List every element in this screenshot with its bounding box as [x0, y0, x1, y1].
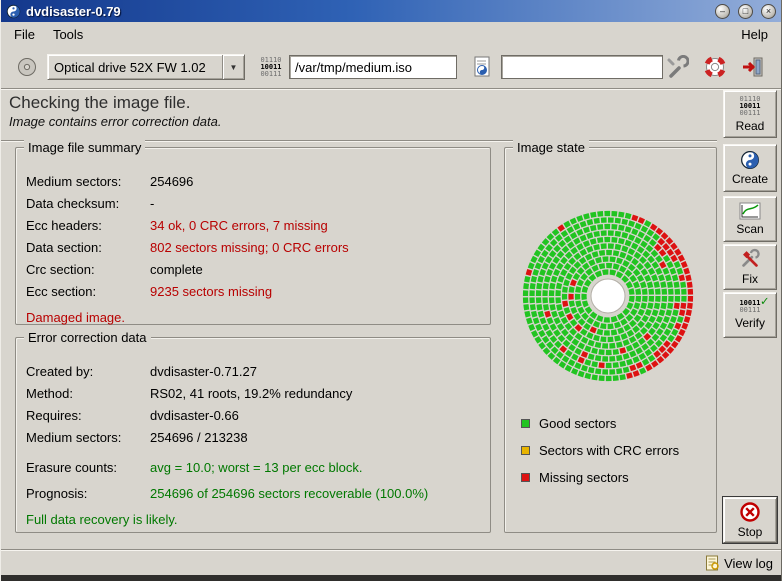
fix-button[interactable]: Fix — [723, 244, 777, 290]
footerbar: View log — [1, 552, 781, 574]
app-window: dvdisaster-0.79 – □ × File Tools Help Op… — [0, 0, 782, 581]
frame-title: Image state — [513, 140, 589, 155]
menu-tools[interactable]: Tools — [44, 24, 92, 45]
good-sector-swatch — [521, 419, 530, 428]
minimize-button[interactable]: – — [715, 4, 730, 19]
close-button[interactable]: × — [761, 4, 776, 19]
image-file-summary-frame: Image file summary Medium sectors: 25469… — [15, 147, 491, 325]
view-log-icon — [705, 555, 720, 571]
drive-select-value: Optical drive 52X FW 1.02 — [48, 60, 222, 75]
drive-select-dropdown[interactable]: Optical drive 52X FW 1.02 ▼ — [47, 54, 245, 80]
ecc-row: Erasure counts: avg = 10.0; worst = 13 p… — [26, 456, 480, 478]
ecc-row: Method: RS02, 41 roots, 19.2% redundancy — [26, 382, 480, 404]
error-correction-data-frame: Error correction data Created by: dvdisa… — [15, 337, 491, 533]
summary-row: Crc section: complete — [26, 258, 480, 280]
read-binary-icon: 01110 10011 00111 — [739, 96, 760, 117]
verify-button[interactable]: 10011 00111 ✓ Verify — [723, 292, 777, 338]
drive-select-button[interactable] — [13, 53, 41, 81]
summary-row: Ecc headers: 34 ok, 0 CRC errors, 7 miss… — [26, 214, 480, 236]
app-yin-yang-icon — [6, 4, 21, 19]
ecc-row: Requires: dvdisaster-0.66 — [26, 404, 480, 426]
disc-drive-icon — [16, 56, 38, 78]
verify-binary-check-icon: 10011 00111 ✓ — [739, 300, 760, 314]
check-icon: ✓ — [761, 298, 769, 305]
status-subheading: Image contains error correction data. — [9, 113, 709, 130]
preferences-button[interactable] — [663, 53, 691, 81]
summary-row: Data section: 802 sectors missing; 0 CRC… — [26, 236, 480, 258]
crossed-tools-icon — [739, 248, 761, 270]
status-heading: Checking the image file. — [9, 92, 709, 113]
scan-button[interactable]: Scan — [723, 196, 777, 242]
disc-sector-visualization — [516, 204, 700, 388]
ecc-file-button[interactable] — [469, 53, 497, 81]
toolbar-right-group — [663, 53, 769, 81]
legend-missing-sectors: Missing sectors — [521, 464, 679, 491]
yin-yang-icon — [740, 150, 760, 170]
stop-button[interactable]: Stop — [723, 497, 777, 543]
summary-row: Data checksum: - — [26, 192, 480, 214]
summary-row: Ecc section: 9235 sectors missing — [26, 280, 480, 302]
menu-file[interactable]: File — [5, 24, 44, 45]
quit-button[interactable] — [739, 53, 767, 81]
wrench-icon — [665, 55, 689, 79]
action-sidebar: 01110 10011 00111 Read Create Scan — [723, 90, 777, 545]
read-button[interactable]: 01110 10011 00111 Read — [723, 90, 777, 138]
legend-crc-error-sectors: Sectors with CRC errors — [521, 437, 679, 464]
summary-row: Medium sectors: 254696 — [26, 170, 480, 192]
image-file-button[interactable]: 01110 10011 00111 — [257, 53, 285, 81]
missing-sector-swatch — [521, 473, 530, 482]
create-button[interactable]: Create — [723, 144, 777, 192]
toolbar-separator — [1, 88, 781, 90]
ecc-file-input[interactable] — [501, 55, 663, 79]
ecc-row: Medium sectors: 254696 / 213238 — [26, 426, 480, 448]
image-state-frame: Image state Good sectors Sectors with CR… — [504, 147, 717, 533]
image-file-input[interactable] — [289, 55, 457, 79]
stop-icon — [739, 501, 761, 523]
status-area: Checking the image file. Image contains … — [9, 92, 709, 130]
menu-help[interactable]: Help — [732, 24, 777, 45]
summary-rows: Medium sectors: 254696 Data checksum: - … — [16, 148, 490, 324]
toolbar: Optical drive 52X FW 1.02 ▼ 01110 10011 … — [1, 46, 781, 88]
maximize-button[interactable]: □ — [738, 4, 753, 19]
summary-verdict: Damaged image. — [26, 306, 480, 328]
window-title: dvdisaster-0.79 — [26, 4, 707, 19]
exit-door-icon — [741, 55, 765, 79]
ecc-file-icon — [473, 56, 493, 78]
crc-sector-swatch — [521, 446, 530, 455]
ecc-rows: Created by: dvdisaster-0.71.27 Method: R… — [16, 338, 490, 532]
footer-separator — [1, 549, 781, 551]
lifebuoy-icon — [703, 55, 727, 79]
ecc-row: Created by: dvdisaster-0.71.27 — [26, 360, 480, 382]
scan-chart-icon — [739, 202, 761, 220]
window-bottom-frame — [1, 575, 781, 581]
view-log-button[interactable]: View log — [705, 555, 773, 571]
sector-legend: Good sectors Sectors with CRC errors Mis… — [521, 410, 679, 491]
image-file-binary-icon: 01110 10011 00111 — [260, 57, 281, 78]
help-button[interactable] — [701, 53, 729, 81]
titlebar[interactable]: dvdisaster-0.79 – □ × — [1, 0, 781, 22]
chevron-down-icon: ▼ — [222, 55, 244, 79]
menubar: File Tools Help — [1, 22, 781, 46]
ecc-row: Prognosis: 254696 of 254696 sectors reco… — [26, 482, 480, 504]
legend-good-sectors: Good sectors — [521, 410, 679, 437]
ecc-verdict: Full data recovery is likely. — [26, 508, 480, 530]
